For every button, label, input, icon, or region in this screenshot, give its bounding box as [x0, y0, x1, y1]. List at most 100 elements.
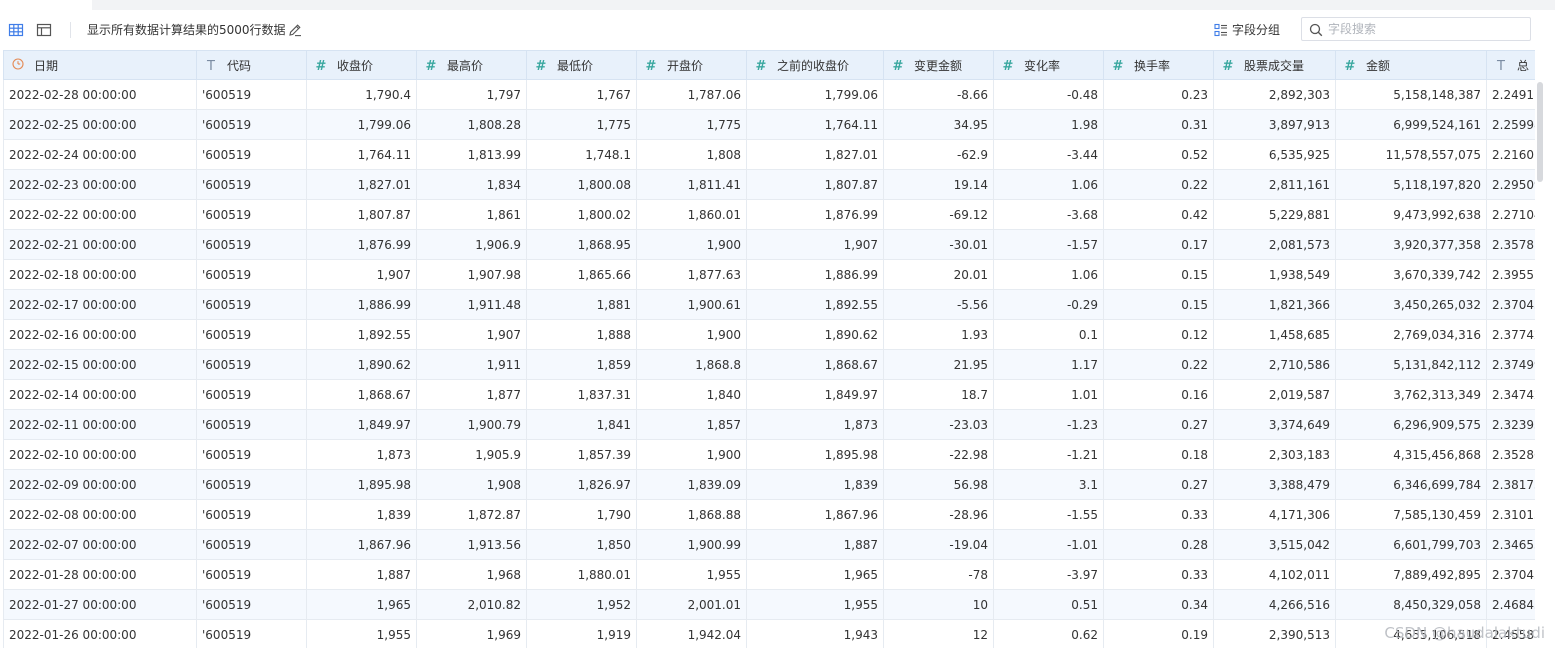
table-row[interactable]: 2022-02-18 00:00:00'600519 1,907 1,907.98 1…: [3, 259, 1535, 290]
table-cell[interactable]: 2022-02-11 00:00:00: [3, 409, 197, 440]
table-cell[interactable]: -3.97: [993, 559, 1104, 590]
table-cell[interactable]: 2,081,573: [1213, 229, 1336, 260]
table-cell[interactable]: 1,895.98: [306, 469, 417, 500]
table-row[interactable]: 2022-02-10 00:00:00'600519 1,873 1,905.9 1,…: [3, 439, 1535, 470]
field-search-input[interactable]: [1328, 20, 1524, 38]
table-cell[interactable]: 1,868.95: [526, 229, 637, 260]
table-cell[interactable]: 1,880.01: [526, 559, 637, 590]
table-cell[interactable]: '600519: [196, 319, 307, 350]
table-cell[interactable]: 1,913.56: [416, 529, 527, 560]
table-cell[interactable]: 2.46843: [1486, 589, 1535, 620]
table-cell[interactable]: 7,585,130,459: [1335, 499, 1487, 530]
table-cell[interactable]: 1,906.9: [416, 229, 527, 260]
table-cell[interactable]: 1,895.98: [746, 439, 884, 470]
table-cell[interactable]: 1,800.02: [526, 199, 637, 230]
column-header[interactable]: # 开盘价: [636, 50, 747, 80]
table-cell[interactable]: 2022-02-14 00:00:00: [3, 379, 197, 410]
table-cell[interactable]: 0.28: [1103, 529, 1214, 560]
table-cell[interactable]: -1.55: [993, 499, 1104, 530]
table-cell[interactable]: 2022-02-21 00:00:00: [3, 229, 197, 260]
table-cell[interactable]: -69.12: [883, 199, 994, 230]
table-cell[interactable]: 2.27104: [1486, 199, 1535, 230]
table-cell[interactable]: 2,811,161: [1213, 169, 1336, 200]
table-cell[interactable]: 2.2491E: [1486, 79, 1535, 110]
table-cell[interactable]: 1,868.67: [306, 379, 417, 410]
table-cell[interactable]: 0.12: [1103, 319, 1214, 350]
table-cell[interactable]: -0.29: [993, 289, 1104, 320]
table-cell[interactable]: 1,834: [416, 169, 527, 200]
table-cell[interactable]: 1,808: [636, 139, 747, 170]
table-cell[interactable]: 1,807.87: [746, 169, 884, 200]
table-row[interactable]: 2022-02-09 00:00:00'600519 1,895.98 1,908 1…: [3, 469, 1535, 500]
table-cell[interactable]: 1.06: [993, 169, 1104, 200]
table-cell[interactable]: 2,019,587: [1213, 379, 1336, 410]
table-cell[interactable]: 1.17: [993, 349, 1104, 380]
table-cell[interactable]: 1,919: [526, 619, 637, 648]
table-cell[interactable]: 1,886.99: [746, 259, 884, 290]
table-cell[interactable]: 8,450,329,058: [1335, 589, 1487, 620]
table-cell[interactable]: 0.33: [1103, 559, 1214, 590]
table-cell[interactable]: 1,873: [746, 409, 884, 440]
table-cell[interactable]: 1,867.96: [746, 499, 884, 530]
table-cell[interactable]: 11,578,557,075: [1335, 139, 1487, 170]
table-cell[interactable]: 5,131,842,112: [1335, 349, 1487, 380]
table-cell[interactable]: 2.37742: [1486, 319, 1535, 350]
table-cell[interactable]: 1,458,685: [1213, 319, 1336, 350]
table-cell[interactable]: 2022-02-16 00:00:00: [3, 319, 197, 350]
table-cell[interactable]: 5,229,881: [1213, 199, 1336, 230]
table-cell[interactable]: 4,266,516: [1213, 589, 1336, 620]
table-cell[interactable]: 2022-02-24 00:00:00: [3, 139, 197, 170]
table-cell[interactable]: 2022-02-22 00:00:00: [3, 199, 197, 230]
table-cell[interactable]: 2022-02-25 00:00:00: [3, 109, 197, 140]
table-cell[interactable]: 1,807.87: [306, 199, 417, 230]
table-cell[interactable]: 1.01: [993, 379, 1104, 410]
table-cell[interactable]: 2,892,303: [1213, 79, 1336, 110]
table-cell[interactable]: 1,861: [416, 199, 527, 230]
table-cell[interactable]: 1,800.08: [526, 169, 637, 200]
table-cell[interactable]: 6,999,524,161: [1335, 109, 1487, 140]
table-row[interactable]: 2022-02-23 00:00:00'600519 1,827.01 1,834 1…: [3, 169, 1535, 200]
table-cell[interactable]: 2,710,586: [1213, 349, 1336, 380]
table-cell[interactable]: 1,892.55: [306, 319, 417, 350]
column-header[interactable]: 日期: [3, 50, 197, 80]
table-cell[interactable]: 1,877: [416, 379, 527, 410]
table-cell[interactable]: 1,900: [636, 229, 747, 260]
table-cell[interactable]: '600519: [196, 259, 307, 290]
column-header[interactable]: # 股票成交量: [1213, 50, 1336, 80]
table-cell[interactable]: 19.14: [883, 169, 994, 200]
table-cell[interactable]: 1,905.9: [416, 439, 527, 470]
table-cell[interactable]: 2022-02-07 00:00:00: [3, 529, 197, 560]
table-cell[interactable]: 3,388,479: [1213, 469, 1336, 500]
table-cell[interactable]: '600519: [196, 79, 307, 110]
table-cell[interactable]: 1,969: [416, 619, 527, 648]
table-cell[interactable]: 1,850: [526, 529, 637, 560]
table-cell[interactable]: 1,790.4: [306, 79, 417, 110]
table-cell[interactable]: 1,892.55: [746, 289, 884, 320]
table-cell[interactable]: 1,911.48: [416, 289, 527, 320]
table-cell[interactable]: 2.39557: [1486, 259, 1535, 290]
table-cell[interactable]: 1,859: [526, 349, 637, 380]
table-cell[interactable]: 6,296,909,575: [1335, 409, 1487, 440]
table-cell[interactable]: 0.51: [993, 589, 1104, 620]
table-cell[interactable]: 2.31015: [1486, 499, 1535, 530]
table-cell[interactable]: 0.17: [1103, 229, 1214, 260]
table-cell[interactable]: 1,900: [636, 439, 747, 470]
table-cell[interactable]: 0.18: [1103, 439, 1214, 470]
field-search-box[interactable]: [1301, 17, 1531, 41]
table-cell[interactable]: 0.33: [1103, 499, 1214, 530]
table-cell[interactable]: 6,535,925: [1213, 139, 1336, 170]
table-cell[interactable]: 0.34: [1103, 589, 1214, 620]
table-cell[interactable]: 1,938,549: [1213, 259, 1336, 290]
vertical-scrollbar[interactable]: [1537, 82, 1543, 182]
table-cell[interactable]: 1,767: [526, 79, 637, 110]
table-cell[interactable]: 2.37499: [1486, 349, 1535, 380]
table-cell[interactable]: 1,968: [416, 559, 527, 590]
table-cell[interactable]: 1,873: [306, 439, 417, 470]
table-cell[interactable]: 0.31: [1103, 109, 1214, 140]
table-cell[interactable]: 2.34653: [1486, 529, 1535, 560]
table-cell[interactable]: 2.34742: [1486, 379, 1535, 410]
table-cell[interactable]: 0.27: [1103, 469, 1214, 500]
table-cell[interactable]: 0.16: [1103, 379, 1214, 410]
table-cell[interactable]: 1,877.63: [636, 259, 747, 290]
table-cell[interactable]: 5,158,148,387: [1335, 79, 1487, 110]
